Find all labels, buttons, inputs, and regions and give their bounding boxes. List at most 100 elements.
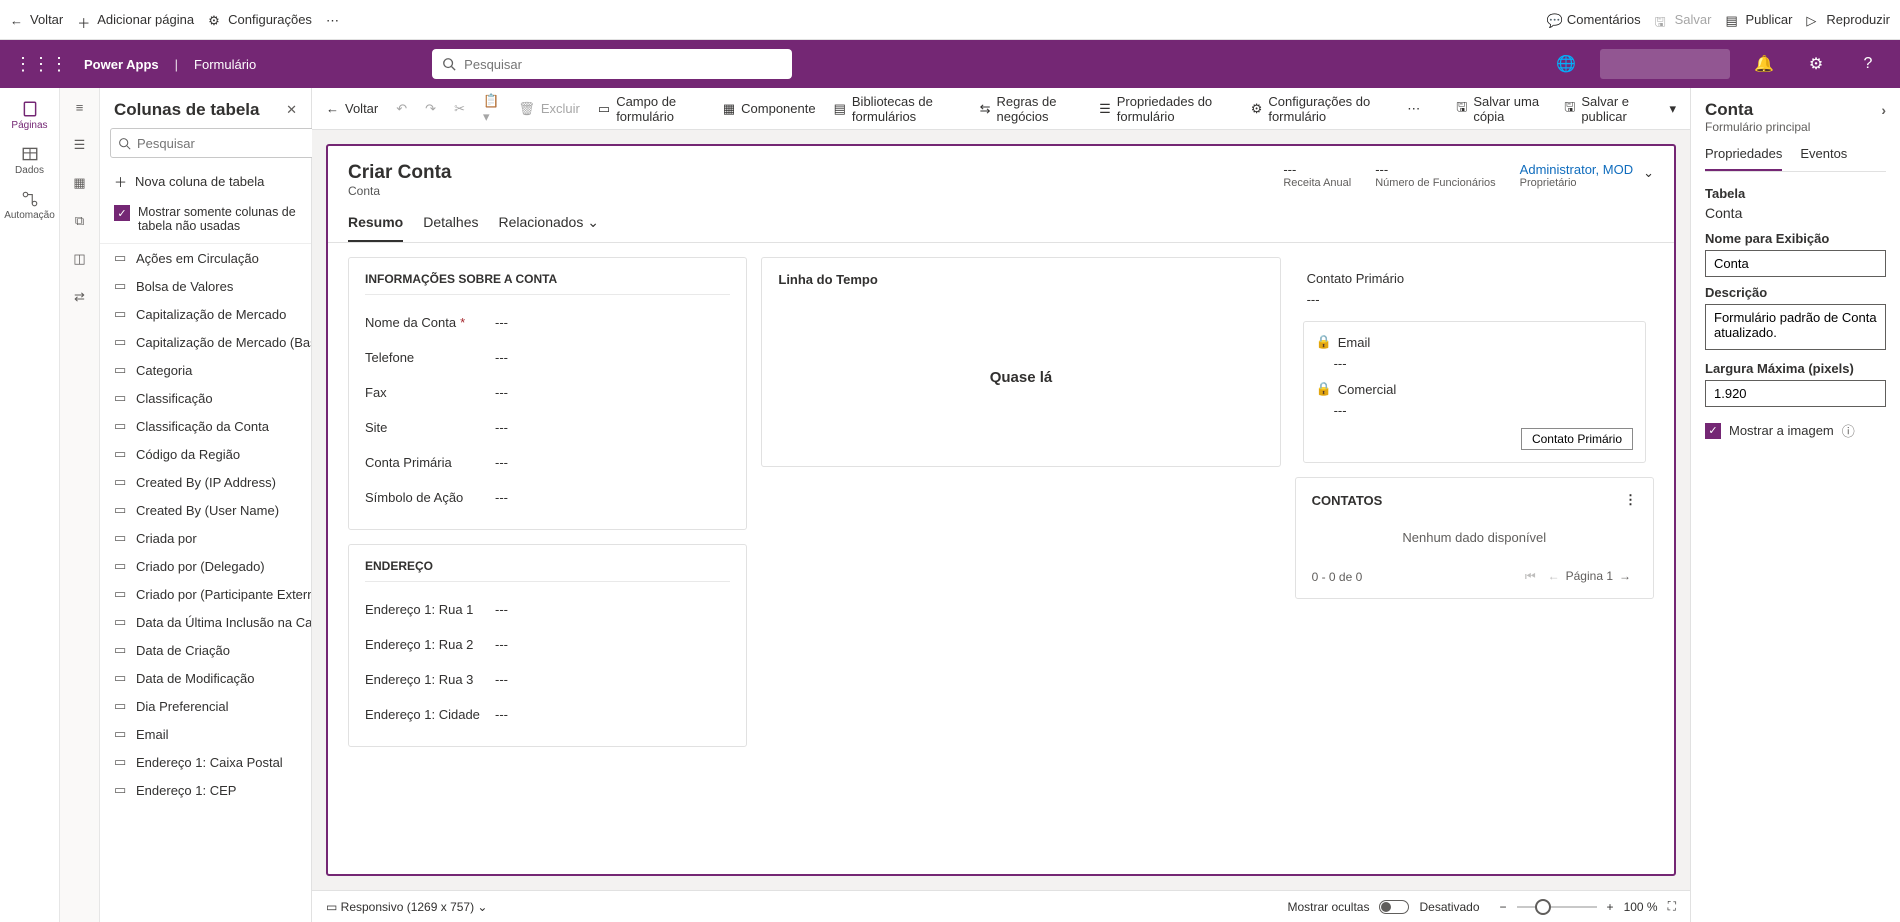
column-item[interactable]: ▭Classificação xyxy=(100,384,311,412)
flow-icon[interactable]: ⇄ xyxy=(71,288,89,306)
hdr-employees[interactable]: --- Número de Funcionários xyxy=(1375,162,1495,189)
column-item[interactable]: ▭Criado por (Participante Externo) xyxy=(100,580,311,608)
delete-button[interactable]: 🗑 Excluir xyxy=(518,101,580,117)
more-icon[interactable]: ⋮ xyxy=(1624,492,1637,508)
save-copy-button[interactable]: 🖫 Salvar uma cópia xyxy=(1456,94,1546,124)
form-field[interactable]: Telefone--- xyxy=(365,340,730,375)
tab-events[interactable]: Eventos xyxy=(1800,146,1847,171)
back-button[interactable]: ←Voltar xyxy=(10,12,63,27)
column-item[interactable]: ▭Classificação da Conta xyxy=(100,412,311,440)
add-page-button[interactable]: ＋Adicionar página xyxy=(77,12,194,27)
column-item[interactable]: ▭Código da Região xyxy=(100,440,311,468)
form-field[interactable]: Endereço 1: Rua 3--- xyxy=(365,662,730,697)
tab-properties[interactable]: Propriedades xyxy=(1705,146,1782,171)
hdr-owner[interactable]: Administrator, MOD Proprietário ⌄ xyxy=(1520,162,1654,189)
comments-button[interactable]: 💬Comentários xyxy=(1547,12,1641,27)
nav-data[interactable]: Dados xyxy=(0,139,59,182)
tab-details[interactable]: Detalhes xyxy=(423,214,478,242)
settings-button[interactable]: ⚙Configurações xyxy=(208,12,312,27)
column-search-input[interactable] xyxy=(110,128,322,158)
form-field-button[interactable]: ▭ Campo de formulário xyxy=(598,94,705,124)
environment-picker[interactable] xyxy=(1600,49,1730,79)
column-item[interactable]: ▭Data de Criação xyxy=(100,636,311,664)
global-search[interactable] xyxy=(432,49,792,79)
tree-icon[interactable]: ☰ xyxy=(71,136,89,154)
form-back-button[interactable]: ← Voltar xyxy=(326,101,378,116)
form-field[interactable]: Endereço 1: Rua 1--- xyxy=(365,592,730,627)
tab-related[interactable]: Relacionados ⌄ xyxy=(499,214,599,242)
form-props-button[interactable]: ☰ Propriedades do formulário xyxy=(1099,94,1233,124)
cut-button[interactable]: ✂ xyxy=(454,101,465,117)
column-item[interactable]: ▭Created By (User Name) xyxy=(100,496,311,524)
tab-summary[interactable]: Resumo xyxy=(348,214,403,242)
play-button[interactable]: ▷Reproduzir xyxy=(1806,12,1890,27)
close-panel-icon[interactable]: ✕ xyxy=(286,102,297,118)
form-field[interactable]: Nome da Conta*--- xyxy=(365,305,730,340)
nav-pages[interactable]: Páginas xyxy=(0,94,59,137)
form-field[interactable]: Endereço 1: Rua 2--- xyxy=(365,627,730,662)
next-page-icon[interactable]: → xyxy=(1619,569,1631,583)
undo-button[interactable]: ↶ xyxy=(396,101,407,117)
more-button[interactable]: ⋯ xyxy=(326,13,340,27)
form-field[interactable]: Endereço 1: Cidade--- xyxy=(365,697,730,732)
show-image-checkbox[interactable]: ✓ Mostrar a imagem ⓘ xyxy=(1705,421,1886,440)
insert-icon[interactable]: ⧉ xyxy=(71,212,89,230)
component-icon[interactable]: ▦ xyxy=(71,174,89,192)
column-item[interactable]: ▭Ações em Circulação xyxy=(100,244,311,272)
form-field[interactable]: Site--- xyxy=(365,410,730,445)
show-hidden-toggle[interactable] xyxy=(1379,900,1409,914)
globe-icon[interactable]: 🌐 xyxy=(1548,54,1584,74)
prev-page-icon[interactable]: ← xyxy=(1548,569,1560,583)
bell-icon[interactable]: 🔔 xyxy=(1746,54,1782,74)
column-item[interactable]: ▭Capitalização de Mercado xyxy=(100,300,311,328)
zoom-out-button[interactable]: − xyxy=(1500,900,1507,914)
overflow-button[interactable]: ⋯ xyxy=(1407,101,1420,117)
section-contacts[interactable]: CONTATOS⋮ Nenhum dado disponível 0 - 0 d… xyxy=(1295,477,1654,599)
paste-button[interactable]: 📋▾ xyxy=(483,93,500,125)
column-item[interactable]: ▭Email xyxy=(100,720,311,748)
column-item[interactable]: ▭Criada por xyxy=(100,524,311,552)
gear-icon[interactable]: ⚙ xyxy=(1798,54,1834,74)
redo-button[interactable]: ↷ xyxy=(425,101,436,117)
waffle-icon[interactable]: ⋮⋮⋮ xyxy=(14,54,68,75)
display-name-input[interactable] xyxy=(1705,250,1886,277)
form-libs-button[interactable]: ▤ Bibliotecas de formulários xyxy=(834,94,962,124)
description-input[interactable] xyxy=(1705,304,1886,350)
column-item[interactable]: ▭Dia Preferencial xyxy=(100,692,311,720)
column-item[interactable]: ▭Data de Modificação xyxy=(100,664,311,692)
show-unused-toggle[interactable]: ✓ Mostrar somente colunas de tabela não … xyxy=(100,199,311,243)
form-settings-button[interactable]: ⚙ Configurações do formulário xyxy=(1251,94,1390,124)
column-item[interactable]: ▭Endereço 1: Caixa Postal xyxy=(100,748,311,776)
search-input[interactable] xyxy=(432,49,792,79)
component-button[interactable]: ▦ Componente xyxy=(723,101,816,117)
data-icon[interactable]: ◫ xyxy=(71,250,89,268)
primary-contact-btn[interactable]: Contato Primário xyxy=(1521,428,1633,450)
hamburger-icon[interactable]: ≡ xyxy=(71,98,89,116)
first-page-icon[interactable]: ⏮ xyxy=(1525,569,1536,583)
publish-button[interactable]: ▤Publicar xyxy=(1725,12,1792,27)
help-icon[interactable]: ? xyxy=(1850,55,1886,73)
column-item[interactable]: ▭Capitalização de Mercado (Base) xyxy=(100,328,311,356)
form-field[interactable]: Símbolo de Ação--- xyxy=(365,480,730,515)
form-canvas[interactable]: Criar Conta Conta --- Receita Anual --- … xyxy=(326,144,1676,876)
expand-icon[interactable]: › xyxy=(1881,102,1886,118)
save-publish-button[interactable]: 🖫 Salvar e publicar xyxy=(1564,94,1651,124)
section-address[interactable]: ENDEREÇO Endereço 1: Rua 1---Endereço 1:… xyxy=(348,544,747,747)
zoom-in-button[interactable]: + xyxy=(1607,900,1614,914)
save-button[interactable]: 🖫Salvar xyxy=(1655,12,1712,27)
biz-rules-button[interactable]: ⇆ Regras de negócios xyxy=(980,94,1082,124)
max-width-input[interactable] xyxy=(1705,380,1886,407)
section-primary-contact[interactable]: Contato Primário --- 🔒Email --- 🔒Comerci… xyxy=(1295,257,1654,463)
hdr-annual-revenue[interactable]: --- Receita Anual xyxy=(1283,162,1351,189)
column-item[interactable]: ▭Data da Última Inclusão na Camp... xyxy=(100,608,311,636)
fit-icon[interactable]: ⛶ xyxy=(1668,899,1676,914)
column-item[interactable]: ▭Categoria xyxy=(100,356,311,384)
new-column-button[interactable]: ＋Nova coluna de tabela xyxy=(100,164,311,199)
column-item[interactable]: ▭Created By (IP Address) xyxy=(100,468,311,496)
column-item[interactable]: ▭Endereço 1: CEP xyxy=(100,776,311,804)
nav-automation[interactable]: Automação xyxy=(0,184,59,227)
info-icon[interactable]: ⓘ xyxy=(1842,421,1855,440)
chevron-down-icon[interactable]: ⌄ xyxy=(1643,165,1654,181)
column-item[interactable]: ▭Criado por (Delegado) xyxy=(100,552,311,580)
zoom-slider[interactable] xyxy=(1517,906,1597,908)
